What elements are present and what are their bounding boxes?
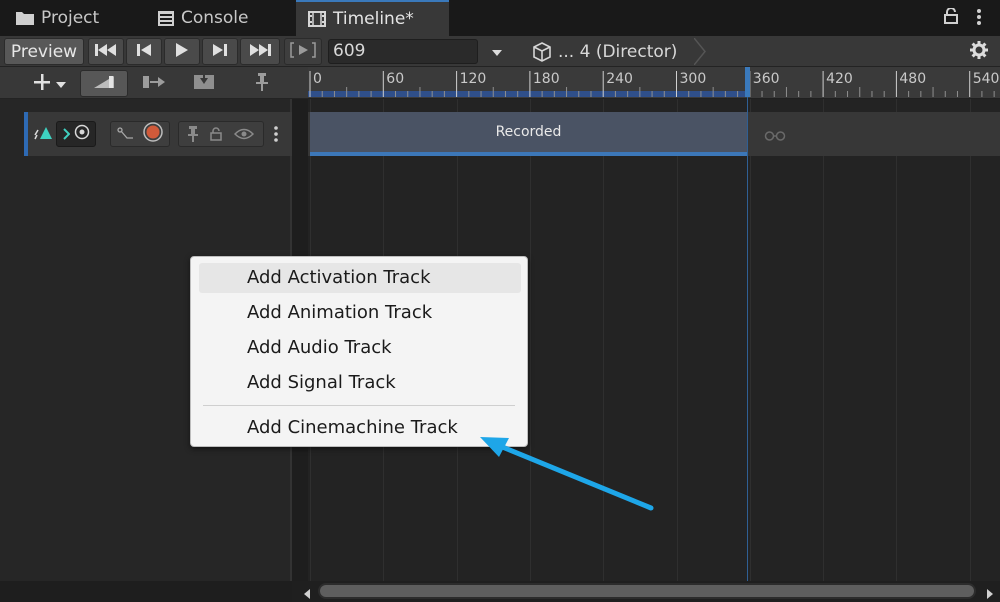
breadcrumb-chevron-icon [693,37,706,69]
plus-icon [34,73,50,94]
target-picker-icon [74,124,90,144]
ruler-label: 180 [532,71,560,87]
scrollbar-thumb[interactable] [320,585,974,597]
preview-button[interactable]: Preview [4,38,84,65]
tab-label: Project [41,8,100,28]
next-frame-button[interactable] [202,38,238,65]
ruler-label: 240 [606,71,633,87]
track-binding-field[interactable] [56,121,96,147]
skip-to-start-icon [95,42,117,61]
pin-button[interactable] [240,70,284,97]
infinite-clip-icon [764,127,786,146]
previous-frame-icon [136,42,152,61]
clip-label: Recorded [495,124,562,140]
grid-line [896,99,897,581]
window-tab-bar: Project Console Timeline* [0,0,1000,36]
menu-item-add-activation-track[interactable]: Add Activation Track [199,263,521,293]
time-ruler[interactable]: 0 60 120 180 240 300 360 420 480 540 [308,67,1000,99]
go-to-start-button[interactable] [88,38,124,65]
chevron-down-icon [56,74,66,93]
tab-label: Timeline* [333,9,414,29]
next-frame-icon [212,42,228,61]
scroll-left-icon[interactable] [303,585,311,602]
track-header[interactable] [24,112,292,156]
grid-line [970,99,971,581]
mix-mode-button[interactable] [132,70,176,97]
playhead-handle[interactable] [745,67,750,97]
settings-button[interactable] [962,38,996,65]
grid-line [823,99,824,581]
ruler-ticks [308,71,995,97]
curves-icon[interactable] [117,127,135,141]
tab-project[interactable]: Project [16,0,99,36]
scroll-right-icon[interactable] [986,585,994,602]
pin-icon[interactable] [188,126,198,142]
grid-line [603,99,604,581]
ruler-label: 300 [679,71,707,87]
console-icon [158,10,174,26]
add-track-button[interactable] [26,70,74,97]
grid-line [677,99,678,581]
playback-toolbar: Preview 609 ... 4 (Director) [0,36,1000,67]
lock-icon[interactable] [210,127,222,141]
track-record-group [110,121,170,147]
clip-edit-mode-button[interactable] [80,70,128,97]
eye-icon[interactable] [233,125,255,144]
ripple-mode-icon [93,74,115,93]
track-type-icon [34,125,52,141]
folder-icon [16,11,34,25]
add-track-context-menu: Add Activation Track Add Animation Track… [190,256,528,447]
play-button[interactable] [164,38,200,65]
track-more-icon[interactable] [274,126,278,142]
chevron-right-icon [62,128,70,140]
director-breadcrumb[interactable]: ... 4 (Director) [516,38,706,65]
tab-console[interactable]: Console [158,0,249,36]
grid-line [530,99,531,581]
tab-label: Console [181,8,249,28]
chevron-down-icon [491,42,503,61]
grid-line [750,99,751,581]
playhead-line [747,97,748,581]
replace-mode-button[interactable] [182,70,226,97]
skip-to-end-icon [249,42,271,61]
timeline-film-icon [308,11,326,27]
record-button-icon[interactable] [143,122,163,146]
ruler-label: 540 [972,71,1000,87]
menu-item-add-cinemachine-track[interactable]: Add Cinemachine Track [199,413,521,443]
pin-icon [256,72,268,95]
ruler-label: 420 [826,71,853,87]
recorded-clip[interactable]: Recorded [310,112,747,156]
ruler-label: 480 [899,71,927,87]
current-frame-field[interactable]: 609 [328,39,478,64]
tab-timeline[interactable]: Timeline* [296,0,449,36]
gear-icon [970,40,988,63]
director-label: ... 4 (Director) [558,41,678,62]
timecode-format-dropdown[interactable] [482,38,512,65]
ruler-label: 120 [459,71,487,87]
ruler-label: 60 [386,71,405,87]
kebab-menu-icon[interactable] [976,8,982,30]
menu-item-add-signal-track[interactable]: Add Signal Track [199,368,521,398]
ruler-label: 360 [752,71,780,87]
insert-down-icon [193,74,215,94]
track-state-group [178,121,264,147]
snap-arrow-icon [142,74,166,94]
menu-separator [203,405,515,406]
play-range-icon [290,41,316,62]
go-to-end-button[interactable] [240,38,280,65]
cube-icon [532,41,552,62]
menu-item-add-animation-track[interactable]: Add Animation Track [199,298,521,328]
play-range-button[interactable] [284,38,322,65]
lock-icon[interactable] [944,7,958,28]
menu-item-add-audio-track[interactable]: Add Audio Track [199,333,521,363]
previous-frame-button[interactable] [126,38,162,65]
play-icon [175,42,189,62]
ruler-label: 0 [313,71,322,87]
